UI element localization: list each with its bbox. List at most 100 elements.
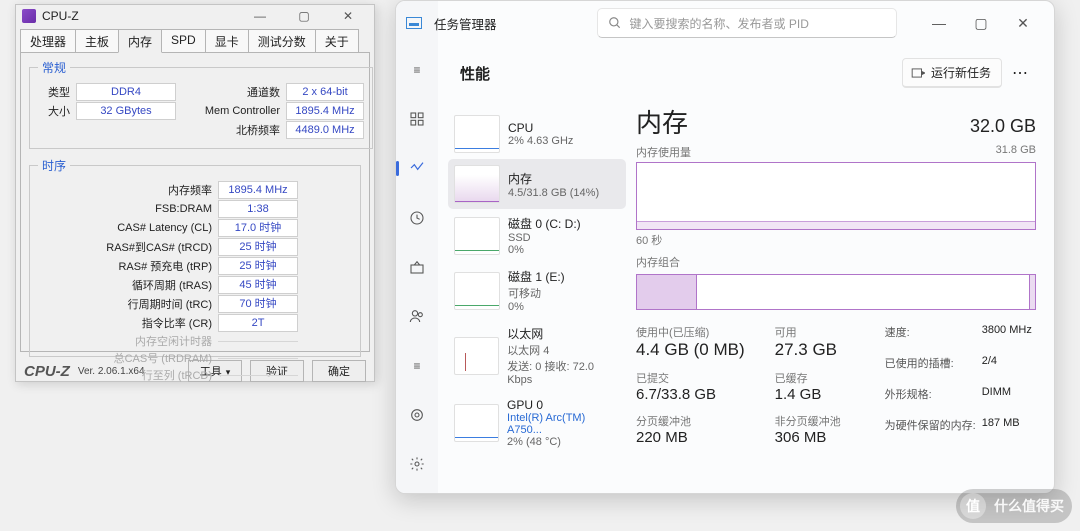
- cr-label: 指令比率 (CR): [98, 315, 218, 331]
- tab-graphics[interactable]: 显卡: [205, 29, 249, 52]
- cpuz-tabs: 处理器 主板 内存 SPD 显卡 测试分数 关于: [16, 27, 374, 52]
- memory-detail: 内存 32.0 GB 内存使用量 31.8 GB 60 秒 内存组合 使用中(已…: [626, 57, 1036, 483]
- memory-kv: 速度:3800 MHz 已使用的插槽:2/4 外形规格:DIMM 为硬件保留的内…: [885, 324, 1032, 446]
- perf-item-ethernet[interactable]: 以太网以太网 4发送: 0 接收: 72.0 Kbps: [448, 319, 626, 392]
- perf-list: CPU2% 4.63 GHz 内存4.5/31.8 GB (14%) 磁盘 0 …: [448, 57, 626, 483]
- tras-value: 45 时钟: [218, 276, 298, 294]
- dramfreq-label: 内存频率: [98, 182, 218, 198]
- tab-about[interactable]: 关于: [315, 29, 359, 52]
- timings-legend: 时序: [38, 157, 70, 174]
- idle-value: [218, 341, 298, 342]
- tm-titlebar[interactable]: 任务管理器 键入要搜索的名称、发布者或 PID — ▢ ✕: [396, 1, 1054, 45]
- watermark-text: 什么值得买: [994, 496, 1064, 516]
- history-icon[interactable]: [400, 201, 434, 234]
- watermark-badge: 值: [960, 493, 986, 519]
- detail-title: 内存: [636, 103, 688, 140]
- performance-icon[interactable]: [400, 152, 434, 185]
- perf-heading: 性能: [452, 63, 490, 84]
- cpuz-titlebar[interactable]: CPU-Z — ▢ ✕: [16, 5, 374, 27]
- tras-label: 循环周期 (tRAS): [98, 277, 218, 293]
- tm-close-button[interactable]: ✕: [1002, 15, 1044, 32]
- composition-label: 内存组合: [636, 254, 1036, 270]
- trp-value: 25 时钟: [218, 257, 298, 275]
- smzdm-watermark: 值 什么值得买: [956, 489, 1072, 523]
- trp-label: RAS# 预充电 (tRP): [98, 258, 218, 274]
- detail-total: 32.0 GB: [970, 116, 1036, 137]
- tab-bench[interactable]: 测试分数: [248, 29, 316, 52]
- memory-composition-bar: [636, 274, 1036, 310]
- cpuz-body: 常规 类型 DDR4 大小 32 GBytes 通道数 2 x 64-bit: [20, 52, 370, 352]
- ethernet-thumb: [454, 337, 499, 375]
- startup-icon[interactable]: [400, 250, 434, 283]
- memctrl-label: Mem Controller: [196, 105, 286, 117]
- nonpaged-label: 非分页缓冲池: [775, 413, 855, 429]
- services-icon[interactable]: [400, 398, 434, 431]
- maximize-button[interactable]: ▢: [290, 9, 318, 23]
- more-button[interactable]: ⋯: [1004, 58, 1036, 88]
- tab-spd[interactable]: SPD: [161, 29, 206, 52]
- settings-icon[interactable]: [400, 448, 434, 481]
- tm-header: 性能 运行新任务 ⋯: [452, 51, 1036, 95]
- size-value: 32 GBytes: [76, 102, 176, 120]
- totcas-value: [218, 358, 298, 359]
- general-fieldset: 常规 类型 DDR4 大小 32 GBytes 通道数 2 x 64-bit: [29, 59, 373, 149]
- taskmanager-window: 任务管理器 键入要搜索的名称、发布者或 PID — ▢ ✕ ≡ ≡ 性能 运行新…: [395, 0, 1055, 494]
- run-new-task-button[interactable]: 运行新任务: [902, 58, 1002, 88]
- memory-usage-graph: [636, 162, 1036, 230]
- menu-icon[interactable]: ≡: [400, 53, 434, 86]
- cached-label: 已缓存: [775, 370, 855, 386]
- disk0-thumb: [454, 217, 500, 255]
- tab-memory[interactable]: 内存: [118, 29, 162, 53]
- cpuz-title: CPU-Z: [42, 9, 79, 23]
- search-placeholder: 键入要搜索的名称、发布者或 PID: [630, 15, 809, 32]
- size-label: 大小: [38, 103, 76, 119]
- nonpaged-value: 306 MB: [775, 429, 855, 446]
- paged-value: 220 MB: [636, 429, 745, 446]
- idle-label: 内存空闲计时器: [98, 333, 218, 349]
- fsbdram-value: 1:38: [218, 200, 298, 218]
- search-input[interactable]: 键入要搜索的名称、发布者或 PID: [597, 8, 897, 38]
- inuse-label: 使用中(已压缩): [636, 324, 745, 340]
- trcd-label: RAS#到CAS# (tRCD): [98, 239, 218, 255]
- memctrl-value: 1895.4 MHz: [286, 102, 364, 120]
- cpu-thumb: [454, 115, 500, 153]
- r2c-value: [218, 375, 298, 376]
- paged-label: 分页缓冲池: [636, 413, 745, 429]
- cas-label: CAS# Latency (CL): [98, 222, 218, 234]
- tab-cpu[interactable]: 处理器: [20, 29, 76, 52]
- tab-mainboard[interactable]: 主板: [75, 29, 119, 52]
- type-value: DDR4: [76, 83, 176, 101]
- perf-item-disk1[interactable]: 磁盘 1 (E:)可移动0%: [448, 262, 626, 319]
- avail-value: 27.3 GB: [775, 340, 855, 360]
- details-icon[interactable]: ≡: [400, 349, 434, 382]
- perf-item-gpu[interactable]: GPU 0Intel(R) Arc(TM) A750...2% (48 °C): [448, 392, 626, 454]
- commit-value: 6.7/33.8 GB: [636, 386, 745, 403]
- processes-icon[interactable]: [400, 102, 434, 135]
- commit-label: 已提交: [636, 370, 745, 386]
- perf-item-cpu[interactable]: CPU2% 4.63 GHz: [448, 109, 626, 159]
- usage-label: 内存使用量: [636, 144, 691, 160]
- close-button[interactable]: ✕: [334, 9, 362, 23]
- users-icon[interactable]: [400, 300, 434, 333]
- r2c-label: 行至列 (tRCD): [98, 367, 218, 383]
- memory-thumb: [454, 165, 500, 203]
- perf-item-disk0[interactable]: 磁盘 0 (C: D:)SSD0%: [448, 209, 626, 262]
- trc-label: 行周期时间 (tRC): [98, 296, 218, 312]
- totcas-label: 总CAS号 (tRDRAM): [98, 350, 218, 366]
- inuse-value: 4.4 GB (0 MB): [636, 340, 745, 360]
- trc-value: 70 时钟: [218, 295, 298, 313]
- avail-label: 可用: [775, 324, 855, 340]
- search-icon: [608, 16, 622, 30]
- run-task-icon: [911, 66, 925, 80]
- cr-value: 2T: [218, 314, 298, 332]
- cpuz-app-icon: [22, 9, 36, 23]
- minimize-button[interactable]: —: [246, 9, 274, 23]
- nbfreq-label: 北桥频率: [196, 122, 286, 138]
- tm-maximize-button[interactable]: ▢: [960, 15, 1002, 32]
- tm-minimize-button[interactable]: —: [918, 15, 960, 32]
- perf-item-memory[interactable]: 内存4.5/31.8 GB (14%): [448, 159, 626, 209]
- timings-fieldset: 时序 内存频率1895.4 MHz FSB:DRAM1:38 CAS# Late…: [29, 157, 361, 357]
- fsbdram-label: FSB:DRAM: [98, 203, 218, 215]
- tm-app-icon: [406, 17, 422, 29]
- channels-value: 2 x 64-bit: [286, 83, 364, 101]
